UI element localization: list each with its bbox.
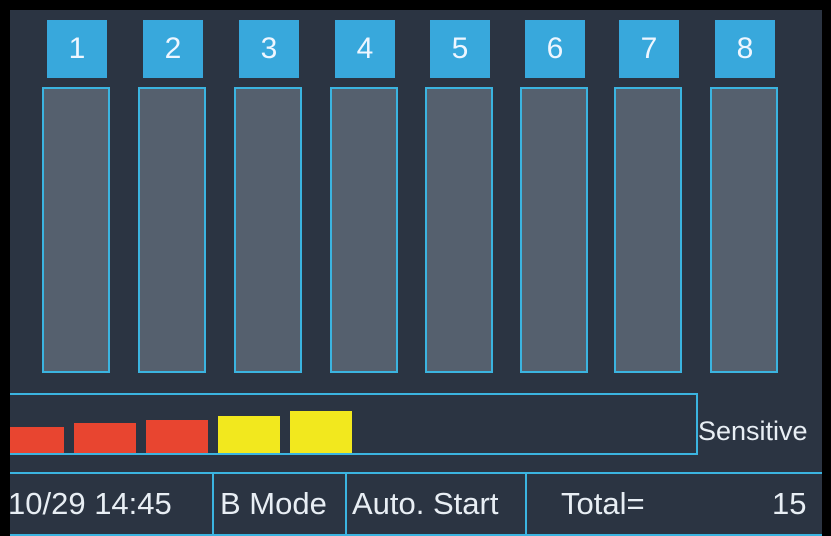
channel-panel: 1 2 3 4 5 6 7 8 <box>10 10 822 380</box>
channel-4[interactable]: 4 <box>330 20 400 380</box>
channel-level-bar <box>138 87 206 373</box>
status-bar: 10/29 14:45 B Mode Auto. Start Total= 15 <box>10 472 822 536</box>
sensitivity-segment <box>290 411 352 453</box>
sensitivity-segment <box>218 416 280 453</box>
channel-level-bar <box>710 87 778 373</box>
datetime-display: 10/29 14:45 <box>10 486 172 521</box>
channel-7[interactable]: 7 <box>614 20 684 380</box>
channel-level-bar <box>614 87 682 373</box>
channel-2[interactable]: 2 <box>138 20 208 380</box>
channel-label: 3 <box>239 20 299 78</box>
channel-label: 8 <box>715 20 775 78</box>
auto-start-button[interactable]: Auto. Start <box>352 474 498 534</box>
channel-level-bar <box>425 87 493 373</box>
sensitivity-segment <box>10 427 64 453</box>
channel-6[interactable]: 6 <box>520 20 590 380</box>
sensitivity-label: Sensitive <box>698 416 808 446</box>
sensitivity-meter[interactable] <box>10 393 698 455</box>
total-label: Total= <box>561 486 645 521</box>
display-screen: 1 2 3 4 5 6 7 8 Sensitive 10/29 14:45 B … <box>10 10 822 536</box>
channel-label: 2 <box>143 20 203 78</box>
channel-3[interactable]: 3 <box>234 20 304 380</box>
channel-label: 5 <box>430 20 490 78</box>
channel-label: 1 <box>47 20 107 78</box>
total-value: 15 <box>772 486 807 521</box>
channel-level-bar <box>520 87 588 373</box>
sensitivity-segment <box>74 423 136 453</box>
status-divider <box>212 474 214 534</box>
channel-label: 7 <box>619 20 679 78</box>
status-divider <box>525 474 527 534</box>
channel-level-bar <box>330 87 398 373</box>
sensitivity-segment <box>146 420 208 453</box>
mode-button[interactable]: B Mode <box>220 474 327 534</box>
channel-1[interactable]: 1 <box>42 20 112 380</box>
channel-label: 4 <box>335 20 395 78</box>
channel-label: 6 <box>525 20 585 78</box>
status-divider <box>345 474 347 534</box>
channel-8[interactable]: 8 <box>710 20 780 380</box>
channel-level-bar <box>42 87 110 373</box>
channel-5[interactable]: 5 <box>425 20 495 380</box>
channel-level-bar <box>234 87 302 373</box>
